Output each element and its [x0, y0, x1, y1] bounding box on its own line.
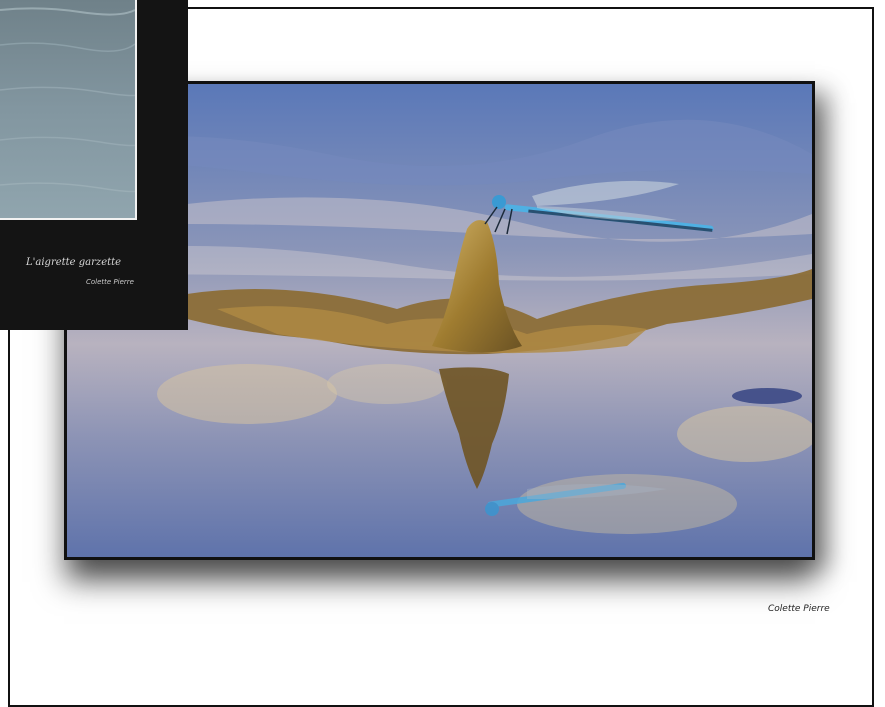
- thumbnail-panel[interactable]: L'aigrette garzette Colette Pierre: [0, 0, 188, 330]
- thumbnail-image[interactable]: [0, 0, 137, 220]
- water-thumbnail: [0, 0, 135, 218]
- photo-credit: Colette Pierre: [768, 604, 830, 614]
- thumbnail-title: L'aigrette garzette: [26, 257, 122, 268]
- thumbnail-credit: Colette Pierre: [86, 278, 134, 286]
